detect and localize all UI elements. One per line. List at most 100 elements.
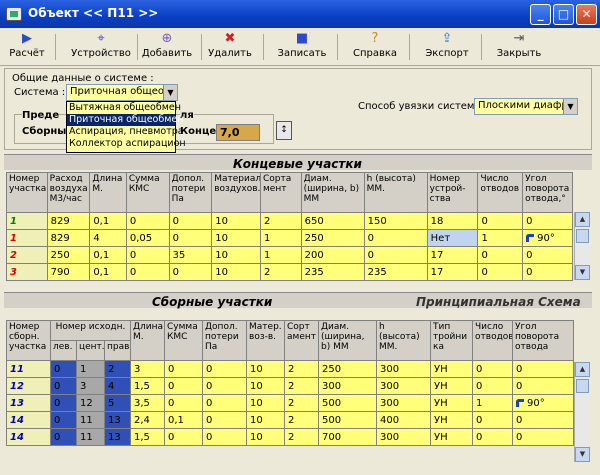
table-cell[interactable]: 35 <box>168 246 213 264</box>
table-cell[interactable]: 10 <box>246 394 286 412</box>
dropdown-option[interactable]: Приточная общеобмен <box>67 114 183 126</box>
table-cell[interactable]: 0 <box>168 229 213 247</box>
table-cell[interactable]: 0 <box>125 212 170 230</box>
table-cell[interactable]: 3 <box>130 360 166 378</box>
scroll-down-icon[interactable]: ▼ <box>575 447 590 462</box>
scroll-down-icon[interactable]: ▼ <box>575 265 590 280</box>
column-header[interactable]: Сорта мент <box>260 172 302 213</box>
table-cell[interactable]: 0 <box>477 212 524 230</box>
dropdown-option[interactable]: Вытяжная общеобмен <box>67 102 181 114</box>
table-cell[interactable]: 10 <box>211 229 261 247</box>
device-button[interactable]: ⌖ Устройство <box>68 30 134 64</box>
table-cell[interactable]: Нет <box>426 229 479 247</box>
table-cell[interactable]: 0 <box>168 263 213 281</box>
column-header[interactable]: Сумма КМС <box>164 320 204 361</box>
table-row[interactable]: 13 0 12 5 3,5 0 0 10 2 500 300 УН 1 90° <box>6 394 575 412</box>
table-cell[interactable]: УН <box>430 411 474 429</box>
table-cell[interactable]: 300 <box>376 377 432 395</box>
column-header[interactable]: Номер исходн. <box>49 320 132 341</box>
limit-value-field[interactable]: 7,0 <box>216 124 260 141</box>
table-cell[interactable]: 0 <box>522 246 573 264</box>
table-cell[interactable]: 0 <box>164 360 204 378</box>
table-cell[interactable]: 2 <box>284 377 320 395</box>
dropdown-option[interactable]: Коллектор аспирацион <box>67 138 186 150</box>
close-window-button[interactable]: ✕ <box>576 4 597 25</box>
table-cell[interactable]: 0 <box>512 377 575 395</box>
table-cell[interactable]: 0 <box>125 263 170 281</box>
calc-button[interactable]: ▶ Расчёт <box>2 30 52 64</box>
column-header[interactable]: Угол поворота отвода <box>512 320 575 361</box>
table-cell[interactable]: УН <box>430 360 474 378</box>
spinner-icon[interactable]: ↕ <box>276 121 292 140</box>
table-cell[interactable]: 5 <box>103 394 132 412</box>
column-header[interactable]: Матер. воз-в. <box>246 320 286 361</box>
save-button[interactable]: ■ Записать <box>270 30 334 64</box>
table-cell[interactable]: 3,5 <box>130 394 166 412</box>
column-header[interactable]: Допол. потери Па <box>168 172 213 213</box>
column-header[interactable]: Материал воздухов. <box>211 172 261 213</box>
table-cell[interactable]: 10 <box>211 212 261 230</box>
table-cell[interactable]: УН <box>430 428 474 446</box>
table-cell[interactable]: 0,05 <box>125 229 170 247</box>
table-cell[interactable]: 400 <box>376 411 432 429</box>
table-cell[interactable]: 1 <box>260 246 302 264</box>
export-button[interactable]: ⇪ Экспорт <box>416 30 478 64</box>
table-cell[interactable]: 10 <box>211 246 261 264</box>
table-cell[interactable]: 0 <box>512 411 575 429</box>
table-cell[interactable]: 90° <box>512 394 575 412</box>
table-cell[interactable]: 700 <box>318 428 378 446</box>
column-header[interactable]: Диам. (ширина, b) ММ <box>318 320 378 361</box>
column-header[interactable]: h (высота) ММ. <box>376 320 432 361</box>
scroll-up-icon[interactable]: ▲ <box>575 212 590 227</box>
table-cell[interactable]: 0 <box>164 394 204 412</box>
scroll-up-icon[interactable]: ▲ <box>575 362 590 377</box>
delete-button[interactable]: ✖ Удалить <box>200 30 260 64</box>
table-cell[interactable]: 0 <box>512 360 575 378</box>
row-number[interactable]: 1 <box>6 229 48 247</box>
table-cell[interactable]: 2 <box>284 428 320 446</box>
table-cell[interactable]: 10 <box>211 263 261 281</box>
row-number[interactable]: 12 <box>6 377 51 395</box>
table-cell[interactable]: 3 <box>76 377 105 395</box>
table-cell[interactable]: УН <box>430 394 474 412</box>
table-cell[interactable]: 2 <box>284 360 320 378</box>
table-cell[interactable]: УН <box>430 377 474 395</box>
sub-column-header[interactable]: цент. <box>76 340 105 361</box>
table-cell[interactable]: 90° <box>522 229 573 247</box>
table-cell[interactable]: 0 <box>363 229 428 247</box>
table-cell[interactable]: 11 <box>76 428 105 446</box>
table-cell[interactable]: 500 <box>318 411 378 429</box>
table-cell[interactable]: 2 <box>284 411 320 429</box>
column-header[interactable]: Число отводов <box>477 172 524 213</box>
column-header[interactable]: h (высота) ММ. <box>363 172 428 213</box>
help-button[interactable]: ? Справка <box>344 30 406 64</box>
system-combo[interactable]: Приточная общеоб ▼ <box>66 84 178 101</box>
table-cell[interactable]: 0,1 <box>89 212 127 230</box>
table-cell[interactable]: 0 <box>202 411 248 429</box>
table-row[interactable]: 1 829 4 0,05 0 10 1 250 0 Нет 1 90° <box>6 229 573 247</box>
table-cell[interactable]: 17 <box>426 246 479 264</box>
table-cell[interactable]: 0 <box>472 428 514 446</box>
table-cell[interactable]: 235 <box>300 263 365 281</box>
row-number[interactable]: 14 <box>6 428 51 446</box>
row-number[interactable]: 3 <box>6 263 48 281</box>
table-cell[interactable]: 0 <box>472 360 514 378</box>
column-header[interactable]: Номер сборн. участка <box>6 320 51 361</box>
table-cell[interactable]: 300 <box>376 360 432 378</box>
table-cell[interactable]: 500 <box>318 394 378 412</box>
column-header[interactable]: Допол. потери Па <box>202 320 248 361</box>
table-cell[interactable]: 250 <box>318 360 378 378</box>
table-cell[interactable]: 0 <box>50 428 77 446</box>
table-cell[interactable]: 1 <box>260 229 302 247</box>
table-cell[interactable]: 1,5 <box>130 428 166 446</box>
table-cell[interactable]: 0,1 <box>89 263 127 281</box>
table-cell[interactable]: 0 <box>477 263 524 281</box>
table-cell[interactable]: 0 <box>168 212 213 230</box>
column-header[interactable]: Номер устрой-ства <box>426 172 479 213</box>
table-cell[interactable]: 829 <box>46 212 91 230</box>
scroll-thumb[interactable] <box>576 229 589 243</box>
table-cell[interactable]: 0 <box>522 263 573 281</box>
table-cell[interactable]: 2,4 <box>130 411 166 429</box>
column-header[interactable]: Число отводов <box>472 320 514 361</box>
column-header[interactable]: Диам. (ширина, b) ММ <box>300 172 365 213</box>
